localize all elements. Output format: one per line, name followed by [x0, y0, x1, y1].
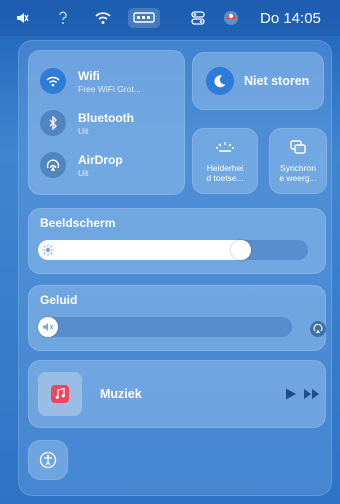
bluetooth-status: Uit	[78, 125, 89, 136]
bluetooth-label: Bluetooth	[78, 110, 134, 125]
music-app-icon	[51, 385, 69, 403]
sun-icon	[42, 244, 54, 256]
user-account-icon[interactable]	[222, 8, 240, 28]
airdrop-icon	[40, 152, 66, 178]
bluetooth-toggle[interactable]: Bluetooth Uit	[40, 106, 134, 140]
now-playing-tile[interactable]: Muziek	[28, 360, 326, 428]
menu-clock[interactable]: Do 14:05	[260, 8, 328, 28]
play-button[interactable]	[282, 384, 300, 404]
display-tile: Beeldscherm	[28, 208, 326, 274]
keyboard-brightness-icon	[214, 140, 236, 159]
sound-tile: Geluid	[28, 285, 326, 351]
brightness-slider-fill	[38, 240, 251, 260]
brightness-slider-knob[interactable]	[230, 240, 251, 260]
airdrop-toggle[interactable]: AirDrop Uit	[40, 148, 123, 182]
next-track-button[interactable]	[302, 384, 322, 404]
volume-slider[interactable]	[38, 317, 292, 337]
brightness-slider[interactable]	[38, 240, 308, 260]
speaker-mute-icon	[42, 321, 54, 333]
screen-mirroring-label-line2: e weerg...	[279, 173, 317, 183]
do-not-disturb-tile[interactable]: Niet storen	[192, 52, 324, 110]
now-playing-title: Muziek	[100, 387, 142, 401]
do-not-disturb-label: Niet storen	[244, 74, 310, 88]
accessibility-icon	[39, 451, 57, 469]
control-center-icon[interactable]	[189, 8, 207, 28]
airplay-icon	[313, 324, 323, 333]
bluetooth-icon	[40, 110, 66, 136]
moon-icon	[206, 67, 234, 95]
wifi-label: Wifi	[78, 68, 100, 83]
keyboard-brightness-button[interactable]: Helderhei d toetse...	[192, 128, 258, 194]
screen-mirroring-icon	[290, 140, 306, 159]
display-menu-icon[interactable]	[128, 8, 160, 28]
accessibility-button[interactable]	[28, 440, 68, 480]
keyboard-brightness-label-line1: Helderhei	[206, 163, 244, 173]
keyboard-brightness-label-line2: d toetse...	[206, 173, 244, 183]
wifi-menu-icon[interactable]	[92, 8, 114, 28]
screen-mirroring-button[interactable]: Synchron e weerg...	[269, 128, 327, 194]
wifi-status: Free WiFi Grot...	[78, 83, 141, 94]
display-title: Beeldscherm	[40, 216, 116, 230]
airplay-audio-button[interactable]	[310, 321, 326, 337]
airdrop-label: AirDrop	[78, 152, 123, 167]
wifi-icon	[40, 68, 66, 94]
wifi-toggle[interactable]: Wifi Free WiFi Grot...	[40, 64, 141, 98]
airdrop-status: Uit	[78, 167, 89, 178]
menu-bar: Do 14:05	[0, 0, 340, 36]
connectivity-tile: Wifi Free WiFi Grot... Bluetooth Uit Air…	[28, 50, 185, 195]
screen-mirroring-label-line1: Synchron	[280, 163, 316, 173]
mute-icon[interactable]	[14, 8, 30, 28]
control-center-panel: Wifi Free WiFi Grot... Bluetooth Uit Air…	[18, 40, 332, 496]
sound-title: Geluid	[40, 293, 78, 307]
album-art	[38, 372, 82, 416]
play-icon	[286, 388, 296, 400]
fast-forward-icon	[304, 389, 319, 399]
help-icon[interactable]	[56, 8, 70, 28]
